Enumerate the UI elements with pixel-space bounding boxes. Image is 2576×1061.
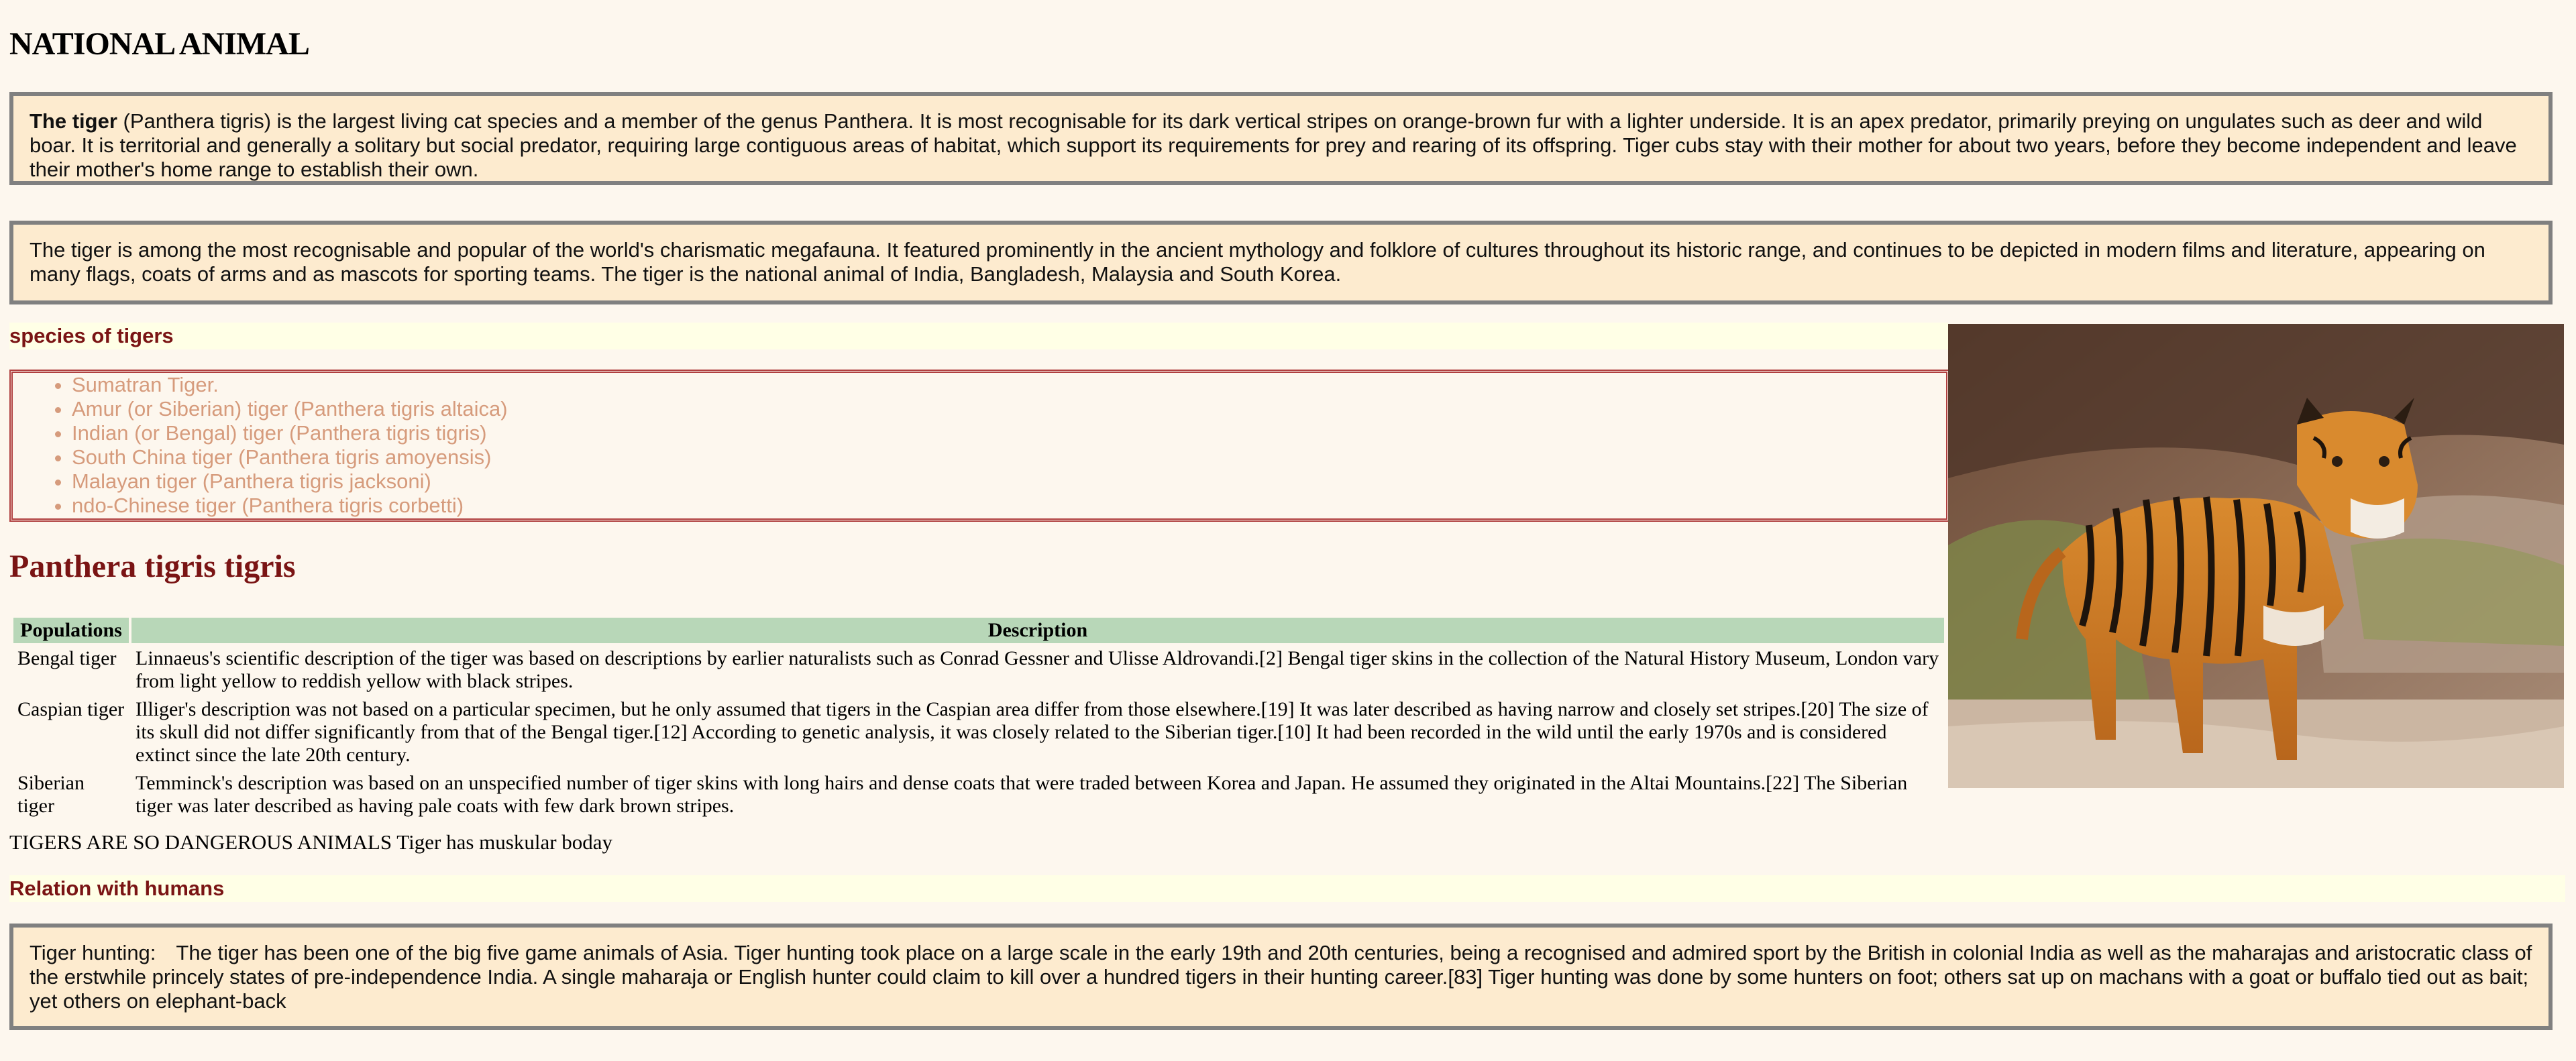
page-title: NATIONAL ANIMAL (9, 26, 310, 62)
table-header-row: Populations Description (13, 618, 1944, 643)
hunting-box: Tiger hunting: The tiger has been one of … (9, 924, 2553, 1030)
relation-heading: Relation with humans (9, 875, 2565, 902)
subspecies-title: Panthera tigris tigris (9, 549, 296, 584)
table-row: Caspian tiger Illiger's description was … (13, 697, 1944, 768)
intro-text: (Panthera tigris) is the largest living … (30, 109, 2517, 181)
column-header-populations: Populations (13, 618, 129, 643)
species-heading: species of tigers (9, 323, 1948, 349)
charisma-box: The tiger is among the most recognisable… (9, 221, 2553, 304)
list-item: ndo-Chinese tiger (Panthera tigris corbe… (72, 494, 1946, 518)
description-cell: Temminck's description was based on an u… (136, 772, 1908, 817)
population-cell: Siberian tiger (17, 772, 85, 817)
intro-box: The tiger (Panthera tigris) is the large… (9, 92, 2553, 185)
hunting-text: The tiger has been one of the big five g… (30, 941, 2532, 1013)
list-item: Sumatran Tiger. (72, 373, 1946, 397)
intro-lead: The tiger (30, 109, 117, 133)
species-list-box: Sumatran Tiger. Amur (or Siberian) tiger… (9, 370, 1949, 522)
column-header-description: Description (131, 618, 1944, 643)
list-item: Amur (or Siberian) tiger (Panthera tigri… (72, 397, 1946, 421)
population-cell: Bengal tiger (17, 647, 117, 669)
species-list: Sumatran Tiger. Amur (or Siberian) tiger… (13, 373, 1946, 518)
population-cell: Caspian tiger (17, 698, 125, 720)
list-item: Indian (or Bengal) tiger (Panthera tigri… (72, 421, 1946, 445)
table-row: Bengal tiger Linnaeus's scientific descr… (13, 646, 1944, 694)
list-item: South China tiger (Panthera tigris amoye… (72, 445, 1946, 469)
page: NATIONAL ANIMAL The tiger (Panthera tigr… (0, 0, 2576, 1061)
tiger-note: TIGERS ARE SO DANGEROUS ANIMALS Tiger ha… (9, 830, 613, 854)
table-row: Siberian tiger Temminck's description wa… (13, 771, 1944, 819)
description-cell: Linnaeus's scientific description of the… (136, 647, 1939, 692)
tiger-image (1948, 324, 2564, 788)
description-cell: Illiger's description was not based on a… (136, 698, 1929, 766)
charisma-text: The tiger is among the most recognisable… (30, 238, 2485, 286)
populations-table: Populations Description Bengal tiger Lin… (11, 615, 1947, 822)
hunting-label: Tiger hunting: (30, 941, 156, 964)
list-item: Malayan tiger (Panthera tigris jacksoni) (72, 469, 1946, 494)
